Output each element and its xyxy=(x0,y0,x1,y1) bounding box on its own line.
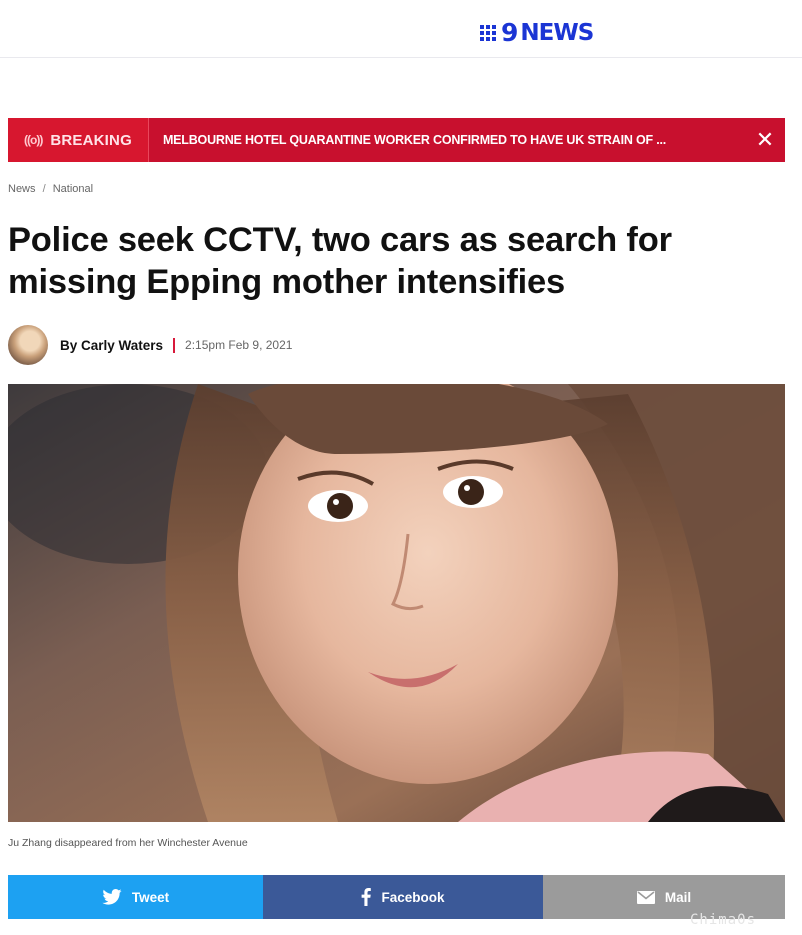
breadcrumb-news-link[interactable]: News xyxy=(8,183,36,195)
author-name[interactable]: By Carly Waters xyxy=(60,338,163,353)
watermark-text: Chima0s xyxy=(690,912,757,928)
nine-news-logo[interactable]: 9 NEWS xyxy=(480,18,594,48)
byline: By Carly Waters 2:15pm Feb 9, 2021 xyxy=(8,325,292,365)
breadcrumb: News / National xyxy=(8,183,93,195)
envelope-icon xyxy=(636,890,655,904)
tweet-label: Tweet xyxy=(131,889,170,905)
hero-photo-illustration xyxy=(8,384,785,822)
article-title: Police seek CCTV, two cars as search for… xyxy=(8,221,672,301)
mail-label: Mail xyxy=(664,889,692,905)
breaking-news-banner[interactable]: ((o)) BREAKING MELBOURNE HOTEL QUARANTIN… xyxy=(8,118,785,162)
author-avatar[interactable] xyxy=(8,325,48,365)
facebook-icon xyxy=(361,888,372,906)
logo-text: NEWS xyxy=(520,20,594,46)
breadcrumb-separator: / xyxy=(42,183,46,195)
breaking-tag: ((o)) BREAKING xyxy=(8,118,149,162)
breaking-label: BREAKING xyxy=(50,131,132,149)
facebook-label: Facebook xyxy=(381,889,445,905)
image-caption: Ju Zhang disappeared from her Winchester… xyxy=(8,837,248,849)
logo-dots-icon xyxy=(480,25,496,41)
close-icon[interactable]: ✕ xyxy=(745,118,785,162)
logo-numeral: 9 xyxy=(501,18,518,47)
publish-timestamp: 2:15pm Feb 9, 2021 xyxy=(185,338,293,352)
site-header: 9 NEWS xyxy=(0,0,802,58)
facebook-button[interactable]: Facebook xyxy=(263,875,543,919)
share-bar: Tweet Facebook Mail xyxy=(8,875,785,919)
breaking-headline-link[interactable]: MELBOURNE HOTEL QUARANTINE WORKER CONFIR… xyxy=(149,133,745,147)
twitter-bird-icon xyxy=(102,889,122,905)
hero-image[interactable] xyxy=(8,384,785,822)
broadcast-icon: ((o)) xyxy=(24,133,43,147)
byline-divider xyxy=(173,337,176,353)
tweet-button[interactable]: Tweet xyxy=(8,875,263,919)
breadcrumb-national-link[interactable]: National xyxy=(53,183,93,195)
